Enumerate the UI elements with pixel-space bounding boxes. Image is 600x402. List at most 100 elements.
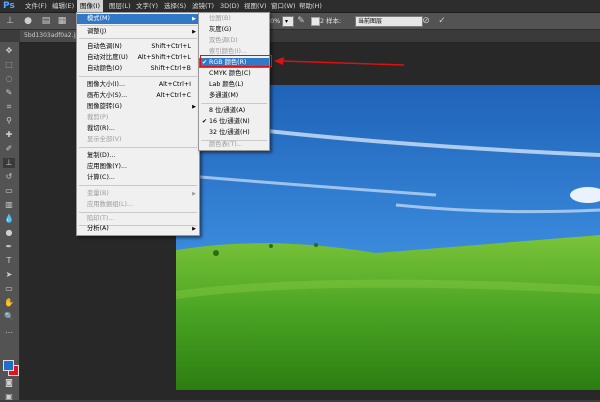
menu-edit[interactable]: 编辑(E)	[49, 0, 77, 12]
menu-item-auto-color[interactable]: 自动颜色(O) Shift+Ctrl+B	[77, 64, 199, 74]
gradient-tool-icon[interactable]: ▥	[3, 200, 15, 210]
menu-image[interactable]: 图像(I)	[77, 0, 103, 12]
sample-prefix: 2	[320, 17, 325, 25]
menu-item-label: 双色调(D)	[209, 37, 238, 44]
menu-item-image-size[interactable]: 图像大小(I)... Alt+Ctrl+I	[77, 80, 199, 90]
menu-item-mode[interactable]: 模式(M) ▶	[77, 14, 199, 24]
menu-item-label: 应用数据组(L)...	[87, 201, 133, 208]
menu-item-label: 模式(M)	[87, 15, 110, 22]
flow-value: 0%	[270, 17, 281, 25]
menu-item-trim[interactable]: 裁切(R)...	[77, 124, 199, 134]
menu-item-adjust[interactable]: 调整(J) ▶	[77, 27, 199, 37]
tools-panel: ✥ ⬚ ◌ ✎ ⌗ ⚲ ✚ ✐ ⊥ ↺ ▭ ▥ 💧 ● ✒ T ➤ ▭ ✋ 🔍 …	[0, 42, 20, 402]
menu-item-auto-contrast[interactable]: 自动对比度(U) Alt+Shift+Ctrl+L	[77, 53, 199, 63]
menu-item-calculations[interactable]: 计算(C)...	[77, 173, 199, 183]
menu-item-trap[interactable]: 陷印(T)...	[77, 214, 199, 224]
clone-stamp-tool-icon[interactable]: ⊥	[4, 15, 16, 27]
menu-item-label: 索引颜色(I)...	[209, 48, 247, 55]
foreground-color-swatch[interactable]	[3, 360, 14, 371]
mode-item-lab-color[interactable]: Lab 颜色(L)	[199, 80, 269, 90]
sample-dropdown[interactable]: 当前图层	[355, 16, 423, 27]
brush-preset-icon[interactable]: ●	[22, 15, 34, 27]
menu-item-variables[interactable]: 变量(B) ▶	[77, 189, 199, 199]
menu-select[interactable]: 选择(S)	[161, 0, 189, 12]
eraser-tool-icon[interactable]: ▭	[3, 186, 15, 196]
separator	[79, 147, 197, 148]
mode-item-grayscale[interactable]: 灰度(G)	[199, 25, 269, 35]
menu-item-canvas-size[interactable]: 画布大小(S)... Alt+Ctrl+C	[77, 91, 199, 101]
menu-item-duplicate[interactable]: 复制(D)...	[77, 151, 199, 161]
menu-type[interactable]: 文字(Y)	[133, 0, 161, 12]
menu-item-label: 自动色调(N)	[87, 43, 122, 50]
history-brush-tool-icon[interactable]: ↺	[3, 172, 15, 182]
menu-filter[interactable]: 滤镜(T)	[189, 0, 217, 12]
lasso-tool-icon[interactable]: ◌	[3, 74, 15, 84]
brush-panel-icon[interactable]: ▤	[40, 15, 52, 27]
menu-item-label: 裁剪(P)	[87, 114, 109, 121]
submenu-arrow-icon: ▶	[192, 226, 196, 232]
menu-file[interactable]: 文件(F)	[22, 0, 50, 12]
mode-item-bitmap[interactable]: 位图(B)	[199, 14, 269, 24]
screen-mode-icon[interactable]: ▣	[3, 392, 15, 402]
menu-item-label: 灰度(G)	[209, 26, 232, 33]
move-tool-icon[interactable]: ✥	[3, 46, 15, 56]
menu-item-apply-data-set[interactable]: 应用数据组(L)...	[77, 200, 199, 210]
menu-shortcut: Alt+Ctrl+I	[158, 81, 191, 88]
quick-select-tool-icon[interactable]: ✎	[3, 88, 15, 98]
clone-source-icon[interactable]: ▦	[56, 15, 68, 27]
mode-submenu: 位图(B) 灰度(G) 双色调(D) 索引颜色(I)... ✔ RGB 颜色(R)…	[198, 12, 270, 151]
dodge-tool-icon[interactable]: ●	[3, 228, 15, 238]
menu-view[interactable]: 视图(V)	[241, 0, 270, 12]
marquee-tool-icon[interactable]: ⬚	[3, 60, 15, 70]
photoshop-logo: Ps	[3, 1, 15, 11]
ignore-adjustment-icon[interactable]: ⊘	[420, 15, 432, 27]
submenu-arrow-icon: ▶	[192, 104, 196, 110]
image-menu: 模式(M) ▶ 调整(J) ▶ 自动色调(N) Shift+Ctrl+L 自动对比度(…	[76, 12, 200, 236]
menu-layer[interactable]: 图层(L)	[106, 0, 134, 12]
hand-tool-icon[interactable]: ✋	[3, 298, 15, 308]
menu-3d[interactable]: 3D(D)	[217, 0, 242, 12]
menu-item-image-rotation[interactable]: 图像旋转(G) ▶	[77, 102, 199, 112]
menu-item-reveal-all[interactable]: 显示全部(V)	[77, 135, 199, 145]
menu-item-apply-image[interactable]: 应用图像(Y)...	[77, 162, 199, 172]
quick-mask-icon[interactable]: ◙	[3, 378, 15, 388]
menu-item-label: 陷印(T)...	[87, 215, 115, 222]
mode-item-cmyk-color[interactable]: CMYK 颜色(C)	[199, 69, 269, 79]
menu-item-label: 多通道(M)	[209, 92, 239, 99]
document-tab[interactable]: 5bd1303adf0a2.jp	[20, 30, 83, 42]
menu-item-label: 调整(J)	[87, 28, 107, 35]
menu-item-label: 应用图像(Y)...	[87, 163, 127, 170]
menu-item-analysis[interactable]: 分析(A) ▶	[77, 224, 199, 234]
mode-item-color-table[interactable]: 颜色表(T)...	[199, 140, 269, 150]
blur-tool-icon[interactable]: 💧	[3, 214, 15, 224]
menu-item-label: 变量(B)	[87, 190, 109, 197]
more-tools-icon[interactable]: ⋯	[3, 328, 15, 338]
eyedropper-tool-icon[interactable]: ⚲	[3, 116, 15, 126]
menu-help[interactable]: 帮助(H)	[296, 0, 325, 12]
mode-item-32bit[interactable]: 32 位/通道(H)	[199, 128, 269, 138]
healing-tool-icon[interactable]: ✚	[3, 130, 15, 140]
clone-stamp-tool-icon-active[interactable]: ⊥	[3, 158, 15, 168]
zoom-tool-icon[interactable]: 🔍	[3, 312, 15, 322]
type-tool-icon[interactable]: T	[3, 256, 15, 266]
brush-tool-icon[interactable]: ✐	[3, 144, 15, 154]
menu-item-label: 分析(A)	[87, 225, 109, 232]
flow-dropdown[interactable]: ▾	[282, 16, 294, 27]
crop-tool-icon[interactable]: ⌗	[3, 102, 15, 112]
path-select-tool-icon[interactable]: ➤	[3, 270, 15, 280]
mode-item-8bit[interactable]: 8 位/通道(A)	[199, 106, 269, 116]
menu-item-crop[interactable]: 裁剪(P)	[77, 113, 199, 123]
menu-item-label: 16 位/通道(N)	[209, 118, 250, 125]
menu-window[interactable]: 窗口(W)	[268, 0, 299, 12]
shape-tool-icon[interactable]: ▭	[3, 284, 15, 294]
pressure-icon[interactable]: ✓	[436, 15, 448, 27]
aligned-checkbox[interactable]	[311, 17, 320, 26]
mode-item-16bit[interactable]: ✔ 16 位/通道(N)	[199, 117, 269, 127]
mode-item-duotone[interactable]: 双色调(D)	[199, 36, 269, 46]
airbrush-icon[interactable]: ✎	[295, 15, 307, 27]
menu-item-label: 裁切(R)...	[87, 125, 115, 132]
submenu-arrow-icon: ▶	[192, 29, 196, 35]
mode-item-multichannel[interactable]: 多通道(M)	[199, 91, 269, 101]
menu-item-auto-tone[interactable]: 自动色调(N) Shift+Ctrl+L	[77, 42, 199, 52]
pen-tool-icon[interactable]: ✒	[3, 242, 15, 252]
